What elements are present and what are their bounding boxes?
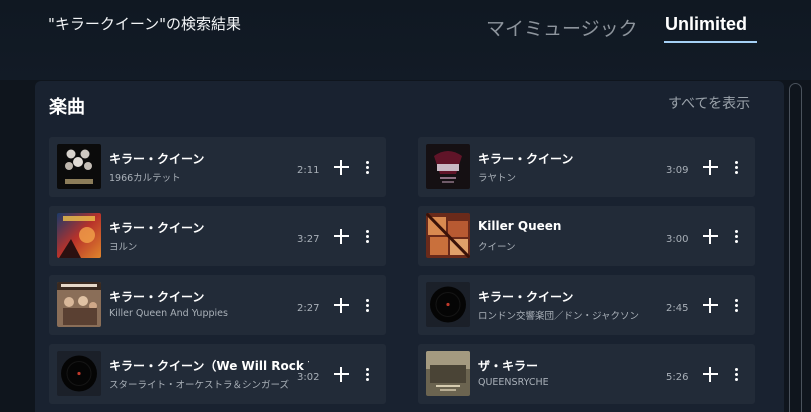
plus-icon[interactable] [333,366,350,383]
more-vertical-icon[interactable] [361,159,373,176]
track-duration: 5:26 [666,372,689,383]
track-duration: 3:02 [297,372,320,383]
fantasy-album-art-icon [57,213,101,258]
track-title: キラー・クイーン [109,290,205,304]
track-row[interactable]: Killer Queen クイーン 3:00 [418,206,755,266]
plus-icon[interactable] [702,366,719,383]
track-artist: ラヤトン [478,173,517,184]
see-all-link[interactable]: すべてを表示 [668,93,750,113]
track-artist: ロンドン交響楽団／ドン・ジャクソン [478,311,640,322]
vinyl-record-icon [57,351,101,396]
track-artist: 1966カルテット [109,173,181,184]
plus-icon[interactable] [702,228,719,245]
more-vertical-icon[interactable] [361,366,373,383]
more-vertical-icon[interactable] [730,159,742,176]
track-title: キラー・クイーン [478,290,574,304]
track-row[interactable]: キラー・クイーン Killer Queen And Yuppies 2:27 [49,275,386,335]
plus-icon[interactable] [333,159,350,176]
queensryche-album-art-icon [426,351,470,396]
plus-icon[interactable] [702,159,719,176]
more-vertical-icon[interactable] [730,228,742,245]
track-artist: ヨルン [109,242,138,253]
track-artist: クイーン [478,242,516,253]
track-row[interactable]: ザ・キラー QUEENSRYCHE 5:26 [418,344,755,404]
tab-unlimited[interactable]: Unlimited [665,14,747,35]
track-duration: 2:11 [297,165,320,176]
plus-icon[interactable] [702,297,719,314]
track-row[interactable]: キラー・クイーン（We Will Rock You） スターライト・オーケストラ… [49,344,386,404]
scrollbar[interactable] [789,83,802,412]
search-results-title: "キラークイーン"の検索結果 [48,15,242,33]
more-vertical-icon[interactable] [730,297,742,314]
track-duration: 3:00 [666,234,689,245]
track-duration: 2:27 [297,303,320,314]
track-duration: 3:27 [297,234,320,245]
track-title: キラー・クイーン [109,221,205,235]
track-title: キラー・クイーン [478,152,574,166]
top-header [0,0,811,80]
track-title: キラー・クイーン [109,152,205,166]
sheer-heart-attack-album-art-icon [426,213,470,258]
queen-ii-album-art-icon [57,144,101,189]
track-duration: 2:45 [666,303,689,314]
track-title: Killer Queen [478,219,562,233]
track-artist: QUEENSRYCHE [478,377,549,388]
track-artist: Killer Queen And Yuppies [109,308,228,319]
track-row[interactable]: キラー・クイーン ラヤトン 3:09 [418,137,755,197]
queen-crest-album-art-icon [426,144,470,189]
section-title-songs: 楽曲 [49,97,85,118]
active-tab-indicator [664,41,757,43]
yuppies-album-art-icon [57,282,101,327]
vinyl-record-icon [426,282,470,327]
more-vertical-icon[interactable] [730,366,742,383]
track-row[interactable]: キラー・クイーン 1966カルテット 2:11 [49,137,386,197]
track-row[interactable]: キラー・クイーン ロンドン交響楽団／ドン・ジャクソン 2:45 [418,275,755,335]
track-title: ザ・キラー [478,359,539,373]
track-duration: 3:09 [666,165,689,176]
track-row[interactable]: キラー・クイーン ヨルン 3:27 [49,206,386,266]
track-title: キラー・クイーン（We Will Rock You） [109,359,309,373]
plus-icon[interactable] [333,228,350,245]
plus-icon[interactable] [333,297,350,314]
more-vertical-icon[interactable] [361,297,373,314]
tab-my-music[interactable]: マイミュージック [486,14,638,41]
track-artist: スターライト・オーケストラ＆シンガーズ [109,380,290,391]
more-vertical-icon[interactable] [361,228,373,245]
